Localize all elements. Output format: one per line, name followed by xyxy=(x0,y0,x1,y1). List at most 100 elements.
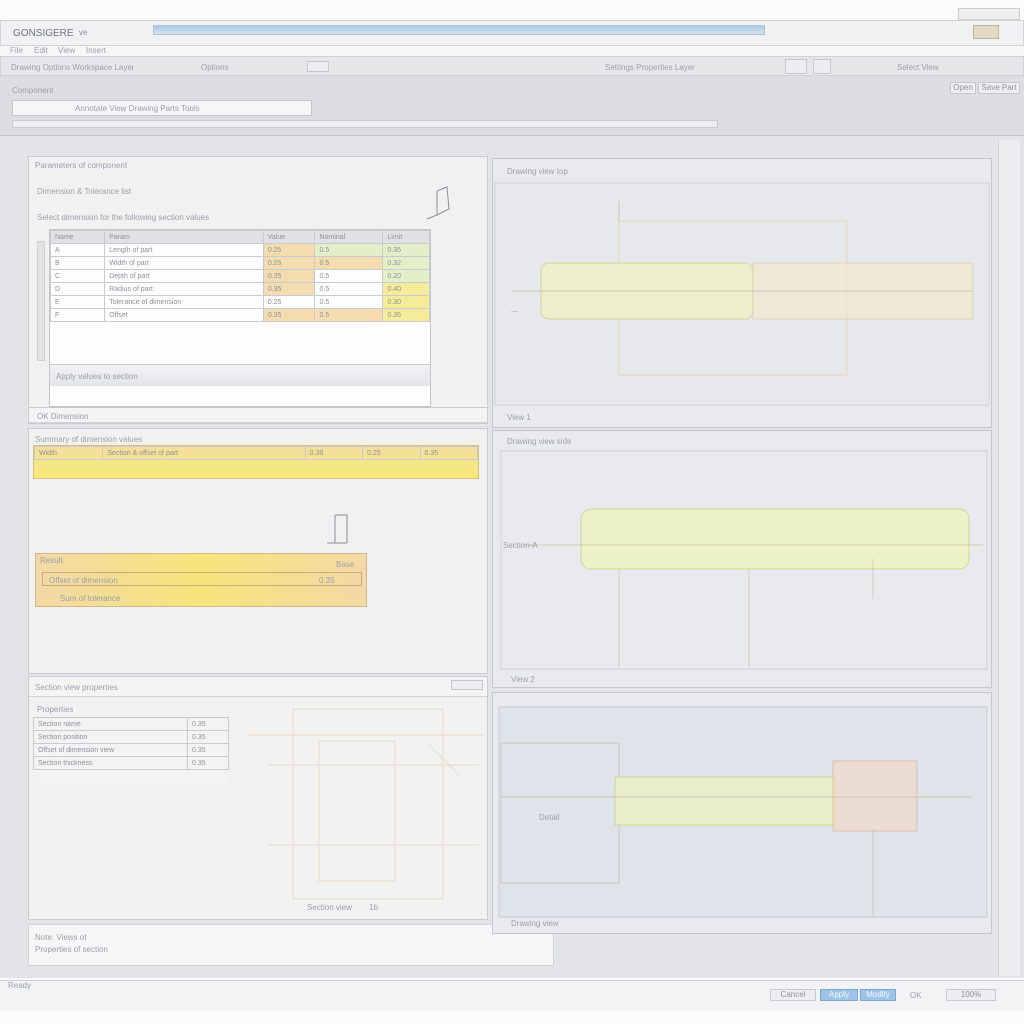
table-cell: Section position xyxy=(32,730,189,744)
table-cell: 0.35 xyxy=(382,243,430,257)
table-cell: 0.5 xyxy=(314,269,384,283)
toolbar-select-button[interactable] xyxy=(813,59,831,74)
result-value-a: Base xyxy=(336,560,355,569)
table-cell: 0.35 xyxy=(187,743,229,757)
zoom-indicator[interactable]: 100% xyxy=(946,989,996,1001)
parameters-status: OK Dimension xyxy=(37,412,89,421)
table-cell: Depth of part xyxy=(104,269,264,283)
table-header-param[interactable]: Param xyxy=(104,230,264,244)
table-cell: 0.5 xyxy=(314,282,384,296)
menu-bar: File Edit View Insert xyxy=(0,46,1024,56)
table-header-nominal[interactable]: Nominal xyxy=(314,230,384,244)
parameters-panel-subheader: Dimension & Tolerance list xyxy=(37,187,132,196)
svg-text:—: — xyxy=(511,308,518,315)
apply-button[interactable]: Apply xyxy=(820,989,858,1001)
summary-row-table: Width Section & offset of part 0.38 0.25… xyxy=(33,446,479,460)
table-cell: 0.35 xyxy=(262,282,316,296)
vertical-scrollbar[interactable] xyxy=(37,241,45,361)
table-row[interactable]: Offset of dimension view 0.35 xyxy=(32,743,229,757)
ribbon-open-button[interactable]: Open xyxy=(950,82,976,94)
right-scrollbar[interactable] xyxy=(998,140,1020,976)
properties-table: Section name 0.35 Section position 0.35 Of… xyxy=(32,717,229,770)
menu-insert[interactable]: Insert xyxy=(86,46,106,55)
table-cell: 0.35 xyxy=(187,756,229,770)
table-cell: Tolerance of dimension xyxy=(104,295,264,309)
status-bar: Ready Cancel Apply Modify OK 100% xyxy=(0,980,1024,1010)
menu-file[interactable]: File xyxy=(10,46,23,55)
table-cell: 0.20 xyxy=(382,269,430,283)
summary-row[interactable]: Width Section & offset of part 0.38 0.25… xyxy=(33,445,479,479)
toolbar-small-button[interactable] xyxy=(307,61,329,72)
table-cell: A xyxy=(49,243,106,257)
result-box-label: Result xyxy=(40,556,63,565)
window-corner-tab[interactable] xyxy=(958,8,1020,20)
summary-panel: Summary of dimension values Width Sectio… xyxy=(28,428,488,674)
table-footer-text: Apply values to section xyxy=(56,372,138,381)
result-row[interactable]: Offset of dimension 0.35 xyxy=(42,572,362,586)
table-row[interactable]: D Radius of part 0.35 0.5 0.40 xyxy=(49,282,430,296)
drawing-view-side-footer: View 2 xyxy=(511,675,535,684)
table-cell: 0.35 xyxy=(262,269,316,283)
table-footer: Apply values to section xyxy=(50,364,430,386)
table-row[interactable]: Section position 0.35 xyxy=(32,730,229,744)
table-cell: 0.30 xyxy=(382,295,430,309)
ribbon-save-button[interactable]: Save Part xyxy=(978,82,1020,94)
table-cell: Offset xyxy=(104,308,264,322)
result-box[interactable]: Result Offset of dimension 0.35 Base Sum… xyxy=(35,553,367,607)
table-cell: 0.35 xyxy=(187,730,229,744)
drawing-detail-label: Detail xyxy=(539,813,560,822)
section-panel-button[interactable] xyxy=(451,680,483,690)
table-cell: F xyxy=(49,308,106,322)
status-left-text: Ready xyxy=(8,981,32,990)
result-row-text: Offset of dimension xyxy=(49,576,118,585)
address-bar[interactable] xyxy=(153,25,765,35)
properties-table-wrapper: Section name 0.35 Section position 0.35 Of… xyxy=(32,717,229,785)
toolbar-options[interactable]: Options xyxy=(201,63,229,72)
window-title-suffix: ve xyxy=(79,28,88,37)
table-header-limit[interactable]: Limit xyxy=(382,230,430,244)
ribbon-label: Component xyxy=(12,86,54,95)
section-foot-label: 1b xyxy=(369,903,378,912)
parameters-status-strip: OK Dimension xyxy=(29,407,487,423)
summary-cell: 0.25 xyxy=(362,446,421,460)
table-row[interactable]: C Depth of part 0.35 0.5 0.20 xyxy=(49,269,430,283)
table-header-row: Name Param Value Nominal Limit xyxy=(49,230,430,244)
cancel-button[interactable]: Cancel xyxy=(770,989,816,1001)
drawing-detail-panel: Detail Drawing view xyxy=(492,692,992,934)
parameters-description: Select dimension for the following secti… xyxy=(37,213,210,222)
table-row[interactable]: F Offset 0.35 0.5 0.35 xyxy=(49,308,430,322)
table-row[interactable]: E Tolerance of dimension 0.25 0.5 0.30 xyxy=(49,295,430,309)
table-row[interactable]: B Width of part 0.25 0.5 0.32 xyxy=(49,256,430,270)
table-header-value[interactable]: Value xyxy=(262,230,316,244)
toolbar-right-text[interactable]: Settings Properties Layer xyxy=(605,63,695,72)
table-header-name[interactable]: Name xyxy=(49,230,106,244)
table-cell: 0.35 xyxy=(382,308,430,322)
table-cell: 0.32 xyxy=(382,256,430,270)
menu-view[interactable]: View xyxy=(58,46,75,55)
toolbar-far-right-text[interactable]: Select View xyxy=(897,63,939,72)
table-cell: 0.35 xyxy=(262,308,316,322)
summary-cell: Section & offset of part xyxy=(102,446,306,460)
section-view-caption: Section view xyxy=(307,903,352,912)
left-footer-line1: Note: Views of xyxy=(35,933,87,942)
ribbon-field-text: Annotate View Drawing Parts Tools xyxy=(75,104,200,113)
toolbar-dropdown[interactable] xyxy=(785,59,807,74)
result-value-b: 0.35 xyxy=(319,576,335,585)
ribbon-field[interactable]: Annotate View Drawing Parts Tools xyxy=(12,100,312,116)
left-footer-box: Note: Views of Properties of section xyxy=(28,924,554,966)
drawing-view-top-header: Drawing view top xyxy=(507,167,568,176)
title-bar: GONSIGERE ve xyxy=(0,20,1024,46)
table-row[interactable]: Section name 0.35 xyxy=(32,717,229,731)
drawing-view-top-canvas: — xyxy=(494,182,990,406)
toolbar-left-text[interactable]: Drawing Options Workspace Layer xyxy=(11,63,134,72)
drawing-view-side-header: Drawing view side xyxy=(507,437,572,446)
cursor-icon xyxy=(426,186,450,220)
modify-button[interactable]: Modify xyxy=(860,989,896,1001)
section-panel-header: Section view properties xyxy=(35,683,118,692)
window-controls[interactable] xyxy=(973,25,999,39)
drawing-view-side-panel: Drawing view side Section-A View 2 xyxy=(492,430,992,688)
table-row[interactable]: A Length of part 0.25 0.5 0.35 xyxy=(49,243,430,257)
menu-edit[interactable]: Edit xyxy=(34,46,48,55)
table-row[interactable]: Section thickness 0.35 xyxy=(32,756,229,770)
ribbon: Component Annotate View Drawing Parts To… xyxy=(0,76,1024,136)
